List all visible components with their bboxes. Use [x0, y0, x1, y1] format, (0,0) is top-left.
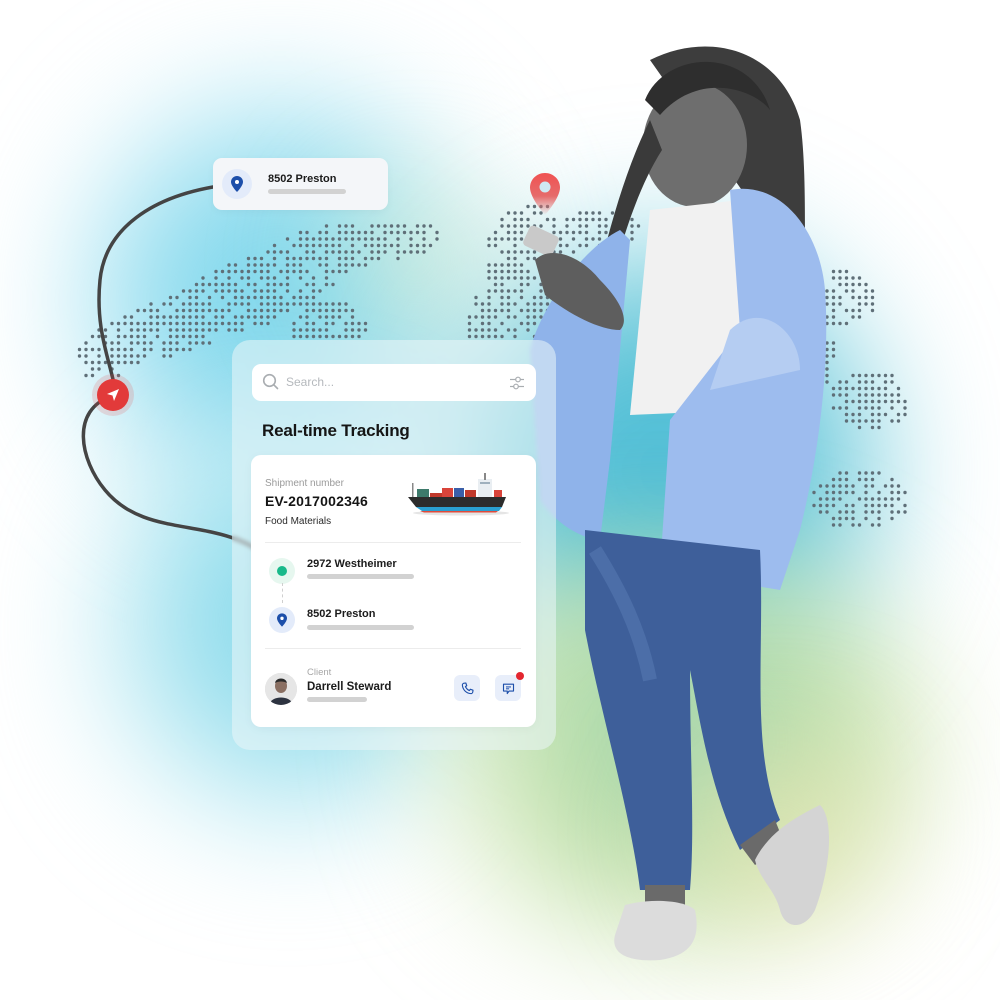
stop-title: 2972 Westheimer: [307, 558, 397, 570]
chat-icon: [502, 683, 514, 694]
shipment-number: EV-2017002346: [265, 493, 369, 509]
cargo-ship-image: [408, 473, 509, 516]
shipment-card[interactable]: Shipment number EV-2017002346 Food Mater…: [251, 455, 536, 727]
search-icon: [262, 373, 279, 390]
navigation-arrow-icon: [107, 389, 119, 401]
stop-subtitle-placeholder: [307, 625, 414, 630]
search-bar[interactable]: Search...: [252, 364, 536, 401]
stop-subtitle-placeholder: [307, 574, 414, 579]
phone-icon: [461, 681, 474, 694]
filter-sliders-icon[interactable]: [508, 374, 526, 392]
map-pin-icon: [277, 613, 287, 627]
dot-icon: [277, 566, 287, 576]
unread-badge: [516, 672, 524, 680]
stop-title: 8502 Preston: [307, 608, 376, 620]
location-chip[interactable]: 8502 Preston: [213, 158, 388, 210]
navigation-marker[interactable]: [92, 374, 134, 416]
client-avatar[interactable]: [265, 673, 297, 705]
location-chip-pin: [222, 169, 252, 199]
panel-title: Real-time Tracking: [262, 421, 410, 440]
stop-connector: [282, 583, 283, 603]
shipment-number-label: Shipment number: [265, 478, 344, 489]
stop-destination-marker: [269, 607, 295, 633]
search-input[interactable]: Search...: [286, 375, 334, 389]
location-chip-title: 8502 Preston: [268, 173, 337, 185]
stop-current-marker: [269, 558, 295, 584]
divider: [265, 542, 521, 543]
avatar-photo: [265, 673, 297, 705]
client-subtitle-placeholder: [307, 697, 367, 702]
client-name: Darrell Steward: [307, 681, 392, 693]
map-pin-icon: [231, 176, 243, 192]
message-button[interactable]: [495, 672, 524, 701]
call-button[interactable]: [454, 675, 480, 701]
divider: [265, 648, 521, 649]
client-label: Client: [307, 667, 332, 678]
location-chip-subtitle-placeholder: [268, 189, 346, 194]
shipment-cargo: Food Materials: [265, 516, 332, 527]
